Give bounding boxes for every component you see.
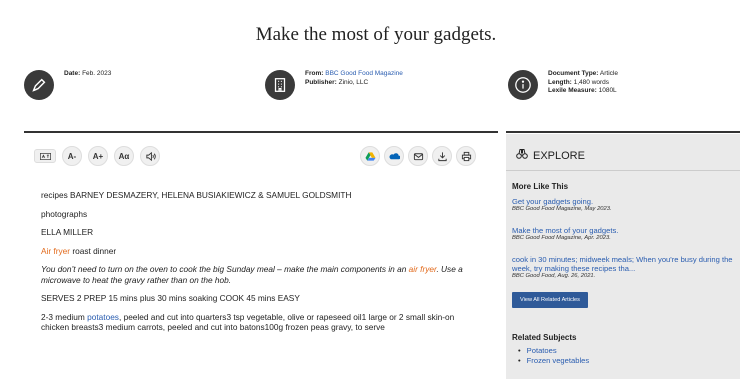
related-subjects-heading: Related Subjects: [512, 333, 577, 342]
from-link[interactable]: BBC Good Food Magazine: [325, 70, 403, 77]
share-toolbar: [360, 146, 476, 166]
intro-air-fryer-link[interactable]: air fryer: [409, 264, 437, 274]
subject-link[interactable]: Frozen vegetables: [518, 356, 589, 366]
lexile-value: 1080L: [598, 87, 617, 94]
speaker-icon[interactable]: [140, 146, 160, 166]
intro-text-a: You don’t need to turn on the oven to co…: [41, 264, 409, 274]
subject-link[interactable]: Potatoes: [518, 346, 557, 356]
more-like-this-heading: More Like This: [512, 182, 569, 191]
meta-document: Document Type: Article Length: 1,480 wor…: [508, 70, 618, 100]
article-body: recipes BARNEY DESMAZERY, HELENA BUSIAKI…: [41, 190, 481, 341]
divider-left: [24, 131, 498, 133]
photographer: ELLA MILLER: [41, 227, 94, 237]
related-article-source: BBC Good Food Magazine, Apr. 2023.: [512, 235, 611, 241]
doctype-label: Document Type:: [548, 70, 599, 77]
heading-rest: roast dinner: [70, 245, 117, 256]
doctype-value: Article: [599, 70, 618, 77]
font-smaller-button[interactable]: A-: [62, 146, 82, 166]
potatoes-link[interactable]: potatoes: [87, 312, 119, 322]
date-value: Feb. 2023: [82, 70, 112, 77]
explore-header: EXPLORE: [516, 148, 585, 163]
related-article-3[interactable]: cook in 30 minutes; midweek meals; When …: [512, 255, 738, 280]
font-style-button[interactable]: Aα: [114, 146, 134, 166]
info-icon: [508, 70, 538, 100]
from-label: From:: [305, 70, 324, 77]
related-article-title[interactable]: cook in 30 minutes; midweek meals; When …: [512, 255, 738, 273]
date-label: Date:: [64, 70, 81, 77]
lexile-label: Lexile Measure:: [548, 87, 597, 94]
photo-label: photographs: [41, 208, 88, 219]
related-article-2[interactable]: Make the most of your gadgets. BBC Good …: [512, 226, 738, 242]
serves-line: SERVES 2 PREP 15 mins plus 30 mins soaki…: [41, 293, 300, 303]
ingredients-text-a: 2-3 medium: [41, 311, 88, 322]
explore-label: EXPLORE: [533, 149, 585, 162]
google-drive-icon[interactable]: [360, 146, 380, 166]
ingredients: 2-3 medium potatoes, peeled and cut into…: [41, 312, 481, 333]
explore-divider: [506, 170, 740, 171]
related-article-1[interactable]: Get your gadgets going. BBC Good Food Ma…: [512, 197, 738, 213]
related-article-title[interactable]: Make the most of your gadgets.: [512, 226, 738, 235]
download-icon[interactable]: [432, 146, 452, 166]
related-article-source: BBC Good Food, Aug. 26, 2021.: [512, 273, 596, 279]
view-all-button[interactable]: View All Related Articles: [512, 292, 588, 308]
length-value: 1,480 words: [573, 78, 610, 86]
explore-sidebar: EXPLORE More Like This Get your gadgets …: [506, 134, 740, 379]
reading-toolbar: A- A+ Aα: [34, 146, 160, 166]
recipe-intro: You don’t need to turn on the oven to co…: [41, 264, 481, 285]
publisher-value: Zinio, LLC: [338, 78, 369, 86]
translate-icon[interactable]: [34, 149, 56, 163]
related-article-source: BBC Good Food Magazine, May 2023.: [512, 206, 612, 212]
publisher-label: Publisher:: [305, 78, 337, 86]
font-larger-button[interactable]: A+: [88, 146, 108, 166]
length-label: Length:: [548, 78, 572, 86]
pen-icon: [24, 70, 54, 100]
divider-right: [506, 131, 740, 133]
meta-source: From: BBC Good Food Magazine Publisher: …: [265, 70, 403, 100]
binoculars-icon: [516, 148, 528, 163]
air-fryer-link[interactable]: Air fryer: [41, 246, 70, 256]
print-icon[interactable]: [456, 146, 476, 166]
page-title: Make the most of your gadgets.: [255, 24, 497, 45]
byline: recipes BARNEY DESMAZERY, HELENA BUSIAKI…: [41, 190, 352, 200]
building-icon: [265, 70, 295, 100]
email-icon[interactable]: [408, 146, 428, 166]
meta-date: Date: Feb. 2023: [24, 70, 111, 100]
related-article-title[interactable]: Get your gadgets going.: [512, 197, 738, 206]
onedrive-icon[interactable]: [384, 146, 404, 166]
recipe-heading: Air fryer roast dinner: [41, 246, 481, 257]
